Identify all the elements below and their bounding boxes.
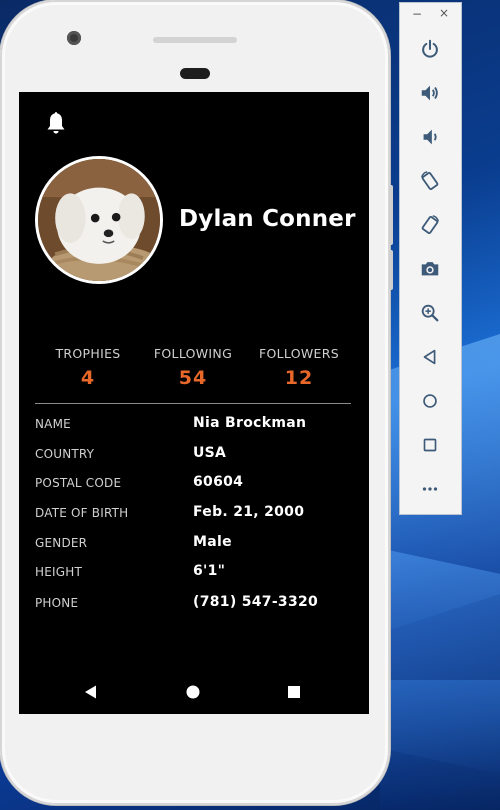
nav-overview-button[interactable] bbox=[286, 684, 302, 700]
detail-value: (781) 547-3320 bbox=[193, 594, 319, 610]
detail-label: DATE OF BIRTH bbox=[35, 506, 129, 520]
back-icon bbox=[423, 349, 436, 365]
volume-up-icon bbox=[421, 85, 438, 101]
screenshot-button[interactable] bbox=[416, 255, 444, 283]
puppy-image bbox=[38, 159, 160, 281]
home-button[interactable] bbox=[416, 387, 444, 415]
stat-trophies[interactable]: TROPHIES 4 bbox=[33, 346, 143, 389]
earpiece-speaker bbox=[153, 37, 237, 43]
stat-value: 4 bbox=[80, 367, 96, 389]
power-button[interactable] bbox=[416, 35, 444, 63]
profile-name: Dylan Conner bbox=[179, 206, 356, 232]
more-icon bbox=[422, 487, 438, 491]
side-button[interactable] bbox=[389, 185, 393, 245]
detail-value: 6'1" bbox=[193, 563, 226, 579]
nav-back-button[interactable] bbox=[83, 684, 99, 700]
detail-row-name: NAME Nia Brockman bbox=[35, 415, 355, 435]
back-button[interactable] bbox=[416, 343, 444, 371]
detail-label: HEIGHT bbox=[35, 565, 82, 579]
stat-following[interactable]: FOLLOWING 54 bbox=[138, 346, 248, 389]
detail-value: 60604 bbox=[193, 474, 244, 490]
zoom-in-icon bbox=[421, 304, 439, 322]
volume-down-button[interactable] bbox=[416, 123, 444, 151]
detail-value: Male bbox=[193, 534, 232, 550]
emulator-toolbar: − × bbox=[399, 2, 462, 515]
stat-label: FOLLOWERS bbox=[259, 346, 339, 361]
home-circle-icon bbox=[186, 685, 200, 699]
stat-followers[interactable]: FOLLOWERS 12 bbox=[244, 346, 354, 389]
camera-icon bbox=[421, 262, 439, 276]
detail-value: Feb. 21, 2000 bbox=[193, 504, 305, 520]
volume-up-button[interactable] bbox=[416, 79, 444, 107]
proximity-sensor bbox=[180, 68, 210, 79]
side-button-lower[interactable] bbox=[389, 250, 393, 290]
back-triangle-icon bbox=[85, 685, 96, 699]
divider bbox=[35, 403, 351, 404]
front-camera bbox=[67, 31, 81, 45]
detail-label: NAME bbox=[35, 417, 71, 431]
rotate-left-icon bbox=[421, 171, 439, 191]
stat-value: 12 bbox=[284, 367, 314, 389]
stat-value: 54 bbox=[178, 367, 208, 389]
power-icon bbox=[422, 39, 438, 58]
detail-row-country: COUNTRY USA bbox=[35, 445, 355, 465]
detail-label: GENDER bbox=[35, 536, 88, 550]
detail-label: COUNTRY bbox=[35, 447, 95, 461]
detail-row-date-of-birth: DATE OF BIRTH Feb. 21, 2000 bbox=[35, 504, 355, 524]
phone-frame: Dylan Conner TROPHIES 4 FOLLOWING 54 FOL… bbox=[0, 0, 393, 805]
nav-home-button[interactable] bbox=[185, 684, 201, 700]
detail-label: POSTAL CODE bbox=[35, 476, 122, 490]
bell-icon[interactable] bbox=[44, 110, 68, 136]
detail-row-gender: GENDER Male bbox=[35, 534, 355, 554]
rotate-right-icon bbox=[421, 215, 439, 235]
stat-label: FOLLOWING bbox=[153, 346, 233, 361]
overview-icon bbox=[423, 438, 437, 452]
detail-value: USA bbox=[193, 445, 227, 461]
avatar[interactable] bbox=[35, 156, 163, 284]
detail-label: PHONE bbox=[35, 596, 79, 610]
detail-row-height: HEIGHT 6'1" bbox=[35, 563, 355, 583]
detail-row-phone: PHONE (781) 547-3320 bbox=[35, 594, 355, 614]
home-icon bbox=[423, 394, 437, 408]
rotate-right-button[interactable] bbox=[416, 211, 444, 239]
minimize-button[interactable]: − bbox=[412, 7, 422, 21]
toolbar-titlebar: − × bbox=[400, 3, 461, 27]
app-screen: Dylan Conner TROPHIES 4 FOLLOWING 54 FOL… bbox=[19, 92, 369, 714]
detail-row-postal-code: POSTAL CODE 60604 bbox=[35, 474, 355, 494]
zoom-button[interactable] bbox=[416, 299, 444, 327]
overview-square-icon bbox=[288, 686, 300, 698]
volume-down-icon bbox=[423, 129, 437, 145]
stat-label: TROPHIES bbox=[55, 346, 121, 361]
more-button[interactable] bbox=[416, 475, 444, 503]
overview-button[interactable] bbox=[416, 431, 444, 459]
detail-value: Nia Brockman bbox=[193, 415, 307, 431]
rotate-left-button[interactable] bbox=[416, 167, 444, 195]
close-button[interactable]: × bbox=[439, 6, 449, 20]
